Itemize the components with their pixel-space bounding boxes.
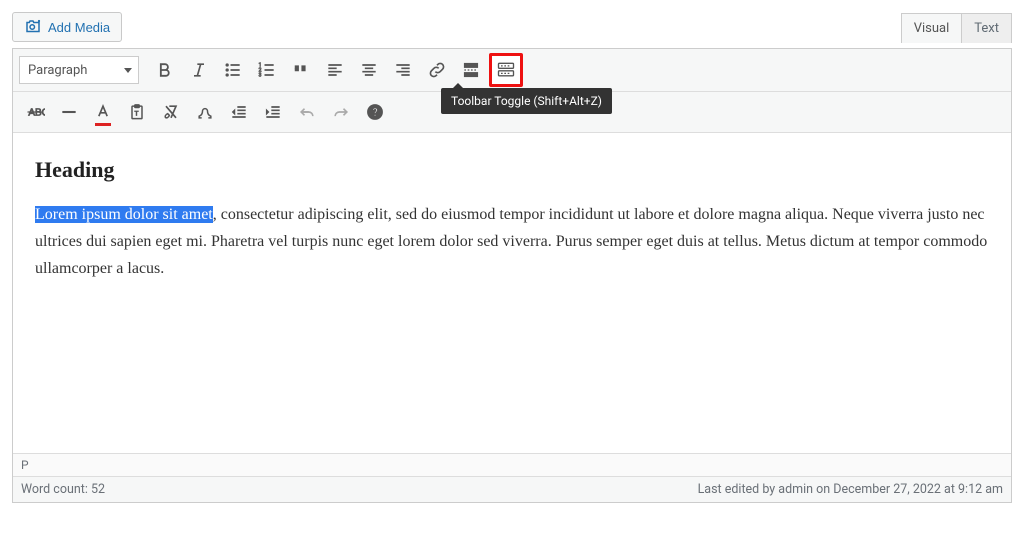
status-bar: Word count: 52 Last edited by admin on D… [13, 476, 1011, 502]
indent-button[interactable] [257, 96, 289, 128]
tab-text[interactable]: Text [962, 13, 1012, 43]
svg-text:3: 3 [259, 73, 262, 79]
content-paragraph: Lorem ipsum dolor sit amet, consectetur … [35, 201, 989, 283]
unordered-list-button[interactable] [217, 54, 249, 86]
align-center-button[interactable] [353, 54, 385, 86]
tooltip: Toolbar Toggle (Shift+Alt+Z) [441, 88, 612, 114]
format-select-label: Paragraph [28, 63, 87, 78]
toolbar-row-1: Paragraph 123 [13, 49, 1011, 92]
add-media-button[interactable]: Add Media [12, 12, 122, 42]
special-character-button[interactable] [189, 96, 221, 128]
help-button[interactable]: ? [359, 96, 391, 128]
redo-button[interactable] [325, 96, 357, 128]
editor-content-area[interactable]: Heading Lorem ipsum dolor sit amet, cons… [13, 133, 1011, 453]
element-path[interactable]: P [13, 453, 1011, 476]
editor-container: Paragraph 123 ABC T ? Toolbar Toggle (Sh… [12, 48, 1012, 503]
toolbar-row-2: ABC T ? Toolbar Toggle (Shift+Alt+Z) [13, 92, 1011, 133]
svg-text:T: T [135, 109, 139, 117]
camera-music-icon [24, 18, 42, 36]
ordered-list-button[interactable]: 123 [251, 54, 283, 86]
svg-text:?: ? [373, 106, 378, 119]
last-edited: Last edited by admin on December 27, 202… [698, 482, 1003, 497]
tab-visual[interactable]: Visual [901, 13, 963, 43]
align-right-button[interactable] [387, 54, 419, 86]
text-color-button[interactable] [87, 96, 119, 128]
editor-tabs: Visual Text [901, 13, 1012, 43]
blockquote-button[interactable] [285, 54, 317, 86]
color-indicator [95, 123, 111, 126]
horizontal-rule-button[interactable] [53, 96, 85, 128]
toolbar-toggle-button[interactable] [489, 53, 523, 87]
caret-down-icon [124, 68, 132, 73]
word-count: Word count: 52 [21, 482, 105, 497]
italic-button[interactable] [183, 54, 215, 86]
link-button[interactable] [421, 54, 453, 86]
outdent-button[interactable] [223, 96, 255, 128]
add-media-label: Add Media [48, 20, 110, 35]
align-left-button[interactable] [319, 54, 351, 86]
paste-text-button[interactable]: T [121, 96, 153, 128]
undo-button[interactable] [291, 96, 323, 128]
content-heading: Heading [35, 157, 989, 183]
strikethrough-button[interactable]: ABC [19, 96, 51, 128]
clear-formatting-button[interactable] [155, 96, 187, 128]
bold-button[interactable] [149, 54, 181, 86]
read-more-button[interactable] [455, 54, 487, 86]
selected-text: Lorem ipsum dolor sit amet [35, 206, 213, 223]
svg-text:ABC: ABC [28, 107, 45, 118]
format-select[interactable]: Paragraph [19, 56, 139, 84]
